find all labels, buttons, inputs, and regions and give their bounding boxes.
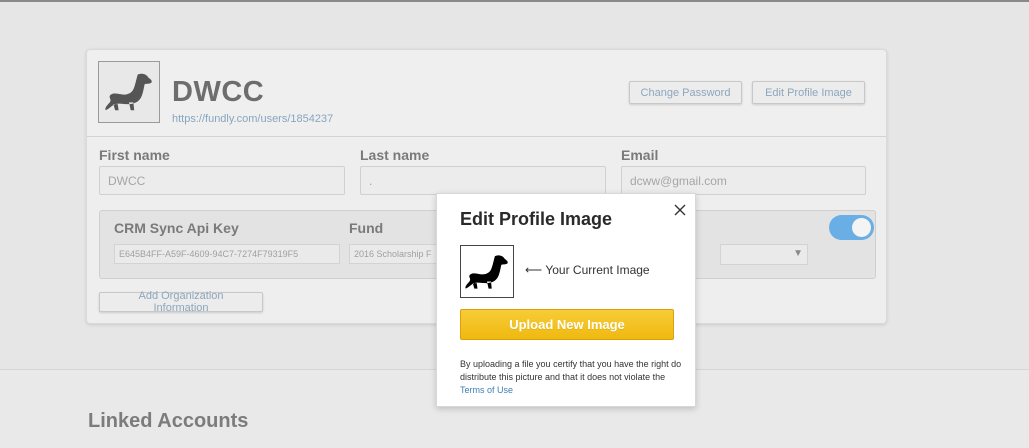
ferret-logo-icon (465, 254, 508, 289)
crm-api-key-label: CRM Sync Api Key (114, 220, 239, 236)
current-image-caption: ⟵ Your Current Image (525, 263, 650, 277)
fund-label: Fund (349, 220, 384, 236)
last-name-field[interactable]: . (360, 166, 606, 195)
modal-title: Edit Profile Image (460, 209, 613, 229)
toggle-knob (852, 218, 871, 237)
edit-profile-image-button[interactable]: Edit Profile Image (752, 81, 865, 104)
edit-profile-image-modal: Edit Profile Image ⟵ Your Current Image … (436, 193, 696, 407)
disclaimer-text: By uploading a file you certify that you… (460, 359, 682, 382)
ferret-logo-icon (105, 73, 152, 111)
first-name-label: First name (99, 147, 170, 163)
crm-api-key-field[interactable]: E645B4FF-A59F-4609-94C7-7274F79319F5 (114, 244, 340, 264)
linked-accounts-title: Linked Accounts (88, 410, 249, 432)
profile-url-link[interactable]: https://fundly.com/users/1854237 (172, 113, 333, 125)
avatar (98, 61, 160, 123)
terms-of-use-link[interactable]: Terms of Use (460, 385, 513, 395)
top-rule (0, 0, 1029, 2)
email-label: Email (621, 147, 659, 163)
last-name-label: Last name (360, 147, 430, 163)
close-icon[interactable] (673, 203, 687, 217)
email-field[interactable]: dcww@gmail.com (621, 166, 866, 195)
org-name: DWCC (172, 76, 265, 108)
upload-new-image-button[interactable]: Upload New Image (460, 309, 674, 340)
change-password-button[interactable]: Change Password (629, 81, 742, 104)
fund-select[interactable]: ▼ (720, 244, 808, 265)
current-image (460, 245, 514, 298)
crm-sync-toggle[interactable] (829, 215, 874, 240)
profile-header: DWCC https://fundly.com/users/1854237 Ch… (87, 50, 886, 137)
select-arrow-icon: ▼ (793, 248, 803, 259)
add-organization-button[interactable]: Add Organization Information (99, 290, 263, 314)
fund-field[interactable]: 2016 Scholarship F (349, 244, 439, 264)
upload-disclaimer: By uploading a file you certify that you… (460, 358, 682, 397)
first-name-field[interactable]: DWCC (99, 166, 345, 195)
